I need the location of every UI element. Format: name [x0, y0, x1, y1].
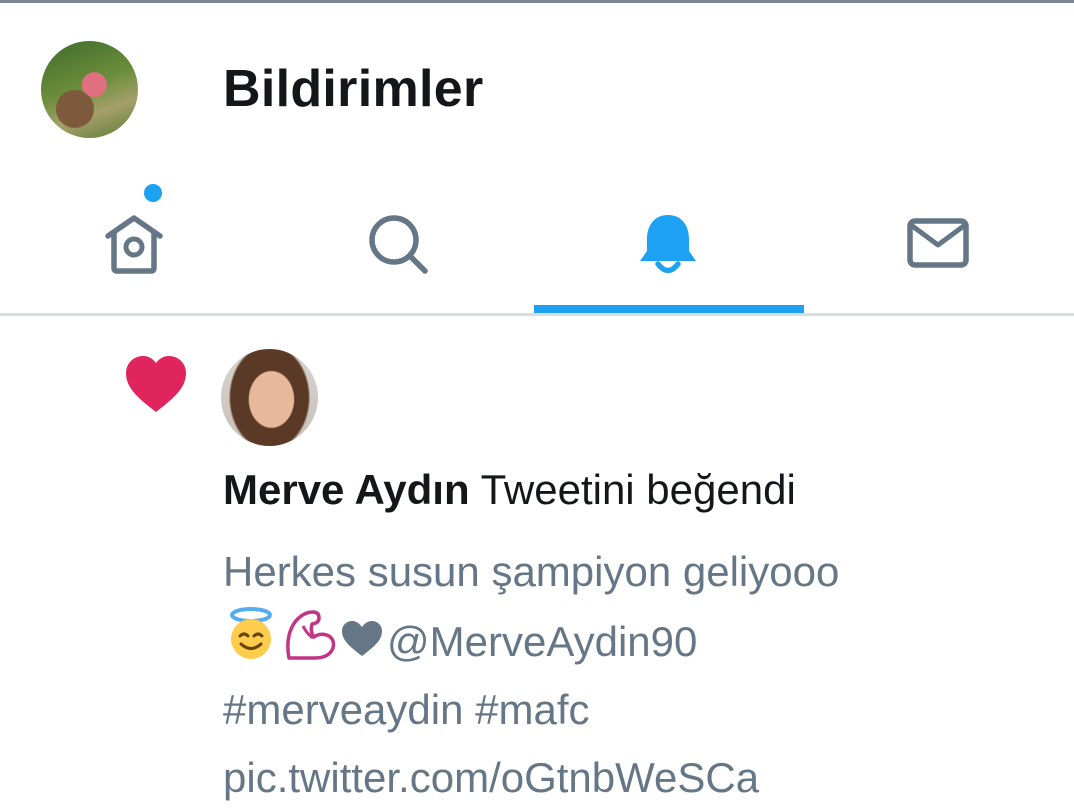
tab-home[interactable] — [0, 173, 268, 315]
tweet-text[interactable]: Herkes susun şampiyon geliyooo @MerveAyd… — [223, 538, 1043, 812]
tab-messages[interactable] — [804, 173, 1072, 315]
envelope-icon — [907, 218, 969, 268]
tab-bar — [0, 173, 1074, 315]
new-content-badge — [144, 184, 162, 202]
tweet-line: Herkes susun şampiyon geliyooo — [223, 548, 840, 595]
tweet-line: @MerveAydin90 — [223, 606, 1043, 676]
mention[interactable]: @MerveAydin90 — [387, 618, 697, 665]
notification-item[interactable]: Merve Aydın Tweetini beğendi Herkes susu… — [0, 316, 1074, 805]
page-title: Bildirimler — [223, 60, 484, 118]
action-text: Tweetini beğendi — [480, 466, 796, 513]
media-link[interactable]: pic.twitter.com/oGtnbWeSCa — [223, 744, 1043, 812]
user-name[interactable]: Merve Aydın — [223, 466, 470, 513]
user-avatar[interactable] — [221, 349, 318, 446]
home-icon — [105, 215, 163, 274]
heart-icon — [126, 356, 186, 412]
bell-icon — [640, 215, 696, 274]
flexed-biceps-icon — [286, 610, 336, 660]
heart-emoji-icon — [342, 621, 382, 656]
header: Bildirimler — [0, 3, 1074, 173]
tab-notifications[interactable] — [534, 173, 802, 315]
profile-avatar[interactable] — [41, 41, 138, 138]
smiling-face-with-halo-icon — [230, 607, 272, 659]
hashtags[interactable]: #merveaydin #mafc — [223, 676, 1043, 744]
notification-title: Merve Aydın Tweetini beğendi — [223, 466, 796, 514]
search-icon — [369, 215, 428, 274]
tab-search[interactable] — [264, 173, 532, 315]
